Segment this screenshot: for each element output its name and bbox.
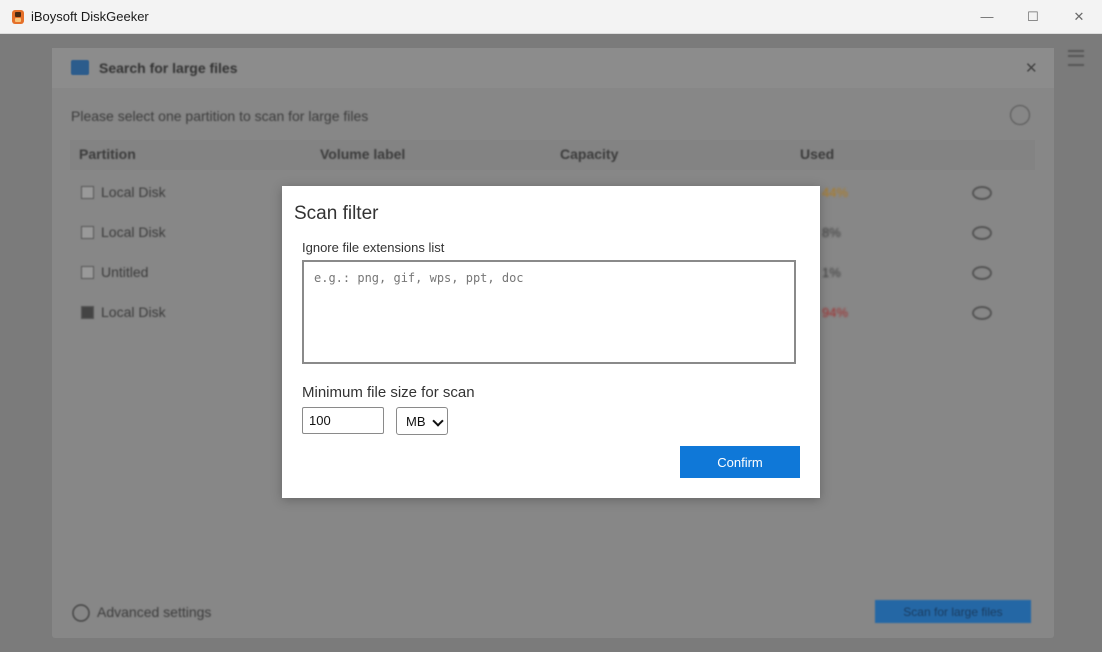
partition-checkbox — [81, 266, 94, 279]
unit-select[interactable]: MB — [396, 407, 448, 435]
partition-used: 8% — [822, 225, 841, 240]
folder-icon — [71, 60, 89, 75]
partition-name: Local Disk — [101, 224, 166, 240]
background-close-icon: ✕ — [1025, 60, 1038, 77]
column-header-volume-label: Volume label — [320, 146, 406, 162]
partition-name: Local Disk — [101, 184, 166, 200]
partition-name: Local Disk — [101, 304, 166, 320]
partition-name: Untitled — [101, 264, 149, 280]
extensions-label: Ignore file extensions list — [302, 240, 445, 255]
maximize-button[interactable]: ☐ — [1010, 0, 1056, 33]
background-dialog-title: Search for large files — [99, 60, 238, 76]
partition-used: 44% — [822, 185, 849, 200]
close-icon: ✕ — [1073, 8, 1085, 24]
close-window-button[interactable]: ✕ — [1056, 0, 1102, 33]
menu-icon — [1068, 50, 1084, 66]
dialog-title: Scan filter — [294, 203, 379, 224]
min-size-label: Minimum file size for scan — [302, 384, 475, 401]
partition-checkbox — [81, 186, 94, 199]
partition-checkbox — [81, 306, 94, 319]
confirm-button-label: Confirm — [717, 454, 763, 470]
column-header-partition: Partition — [79, 146, 136, 162]
eye-icon — [972, 186, 992, 200]
partition-used: 1% — [822, 265, 841, 280]
eye-icon — [972, 306, 992, 320]
partition-checkbox — [81, 226, 94, 239]
scan-filter-dialog: Scan filter Ignore file extensions list … — [282, 186, 820, 498]
help-icon — [1010, 105, 1030, 125]
minimize-icon: — — [980, 9, 994, 24]
chevron-down-icon — [432, 415, 444, 427]
scan-for-large-files-button: Scan for large files — [875, 600, 1031, 623]
partition-used: 94% — [822, 305, 849, 320]
background-instruction: Please select one partition to scan for … — [71, 108, 369, 124]
eye-icon — [972, 266, 992, 280]
partition-table-header — [70, 140, 1035, 170]
minimize-button[interactable]: — — [964, 0, 1010, 33]
min-size-input[interactable] — [302, 407, 384, 434]
window-title: iBoysoft DiskGeeker — [31, 9, 149, 24]
scan-button-label: Scan for large files — [903, 604, 1003, 619]
extensions-textarea[interactable] — [302, 260, 796, 364]
maximize-icon: ☐ — [1027, 8, 1039, 24]
eye-icon — [972, 226, 992, 240]
title-bar: iBoysoft DiskGeeker — ☐ ✕ — [0, 0, 1102, 34]
confirm-button[interactable]: Confirm — [680, 446, 800, 478]
column-header-capacity: Capacity — [560, 146, 619, 162]
unit-selected-value: MB — [406, 413, 426, 429]
gear-icon — [72, 604, 90, 622]
advanced-settings-label: Advanced settings — [97, 604, 212, 620]
column-header-used: Used — [800, 146, 835, 162]
app-logo-icon — [12, 10, 24, 24]
